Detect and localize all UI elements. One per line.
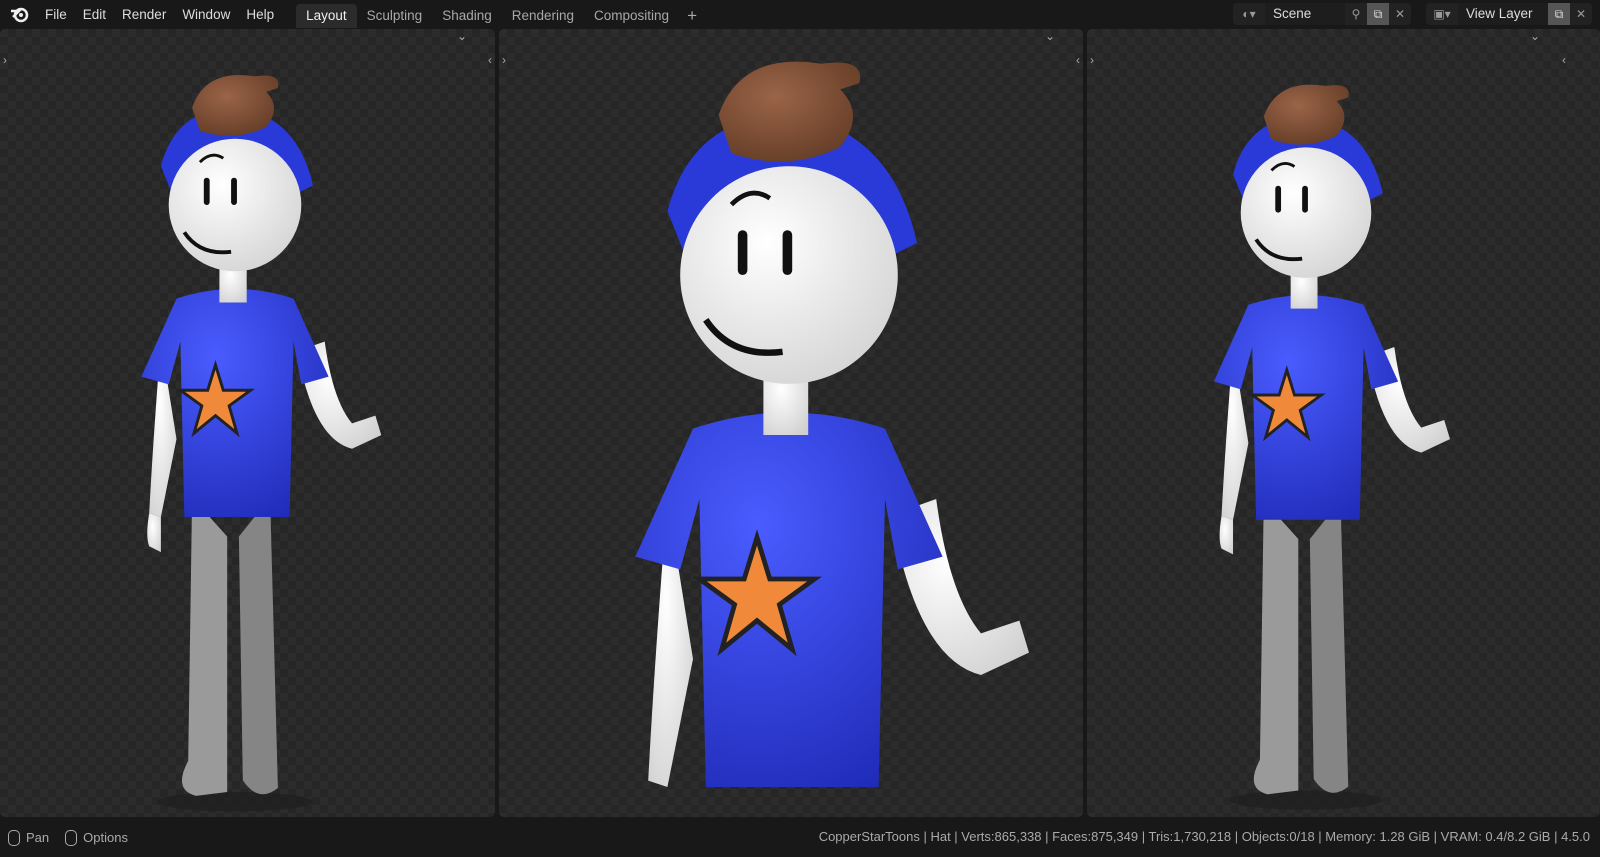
tab-rendering[interactable]: Rendering	[502, 4, 584, 28]
expand-sidebar-icon[interactable]: ‹	[1562, 53, 1566, 67]
header-collapse-icon[interactable]: ⌄	[1045, 29, 1055, 43]
expand-sidebar-icon[interactable]: ‹	[488, 53, 492, 67]
options-hint: Options	[83, 830, 128, 845]
menu-help[interactable]: Help	[238, 7, 282, 22]
character-render-closeup	[499, 29, 1083, 817]
tab-compositing[interactable]: Compositing	[584, 4, 679, 28]
view-layer-icon[interactable]: ▣▾	[1426, 3, 1458, 25]
add-workspace-button[interactable]: +	[679, 4, 705, 28]
pan-hint: Pan	[26, 830, 50, 845]
menu-render[interactable]: Render	[114, 7, 174, 22]
scene-selector: ◐▾ Scene ⚲ ⧉ ✕	[1233, 3, 1411, 25]
view-layer-name-field[interactable]: View Layer	[1458, 3, 1548, 25]
tab-layout[interactable]: Layout	[296, 4, 357, 28]
view-layer-selector: ▣▾ View Layer ⧉ ✕	[1426, 3, 1592, 25]
menu-edit[interactable]: Edit	[75, 7, 114, 22]
scene-statistics: CopperStarToons | Hat | Verts:865,338 | …	[818, 829, 1590, 844]
delete-view-layer-icon[interactable]: ✕	[1570, 3, 1592, 25]
viewport-middle[interactable]: › ‹ ⌄	[499, 29, 1083, 817]
expand-toolbar-icon[interactable]: ›	[3, 53, 7, 67]
pin-icon[interactable]: ⚲	[1345, 3, 1367, 25]
menu-file[interactable]: File	[37, 7, 75, 22]
character-render-front	[0, 29, 495, 817]
tab-sculpting[interactable]: Sculpting	[357, 4, 433, 28]
menu-window[interactable]: Window	[174, 7, 238, 22]
blender-logo-icon[interactable]	[9, 3, 31, 25]
header-collapse-icon[interactable]: ⌄	[457, 29, 467, 43]
mouse-right-icon	[65, 829, 78, 846]
mouse-middle-icon	[8, 829, 20, 846]
delete-scene-icon[interactable]: ✕	[1389, 3, 1411, 25]
status-bar: Pan Options CopperStarToons | Hat | Vert…	[0, 818, 1600, 857]
viewport-left[interactable]: › ‹ ⌄	[0, 29, 495, 817]
top-bar: File Edit Render Window Help Layout Scul…	[0, 0, 1600, 28]
character-render-side	[1087, 29, 1600, 817]
scene-icon[interactable]: ◐▾	[1233, 3, 1265, 25]
viewport-right[interactable]: › ‹ ⌄	[1087, 29, 1600, 817]
new-view-layer-button[interactable]: ⧉	[1548, 3, 1570, 25]
tab-shading[interactable]: Shading	[432, 4, 502, 28]
scene-name-field[interactable]: Scene	[1265, 3, 1345, 25]
header-collapse-icon[interactable]: ⌄	[1530, 29, 1540, 43]
expand-toolbar-icon[interactable]: ›	[502, 53, 506, 67]
new-scene-button[interactable]: ⧉	[1367, 3, 1389, 25]
expand-toolbar-icon[interactable]: ›	[1090, 53, 1094, 67]
expand-sidebar-icon[interactable]: ‹	[1076, 53, 1080, 67]
